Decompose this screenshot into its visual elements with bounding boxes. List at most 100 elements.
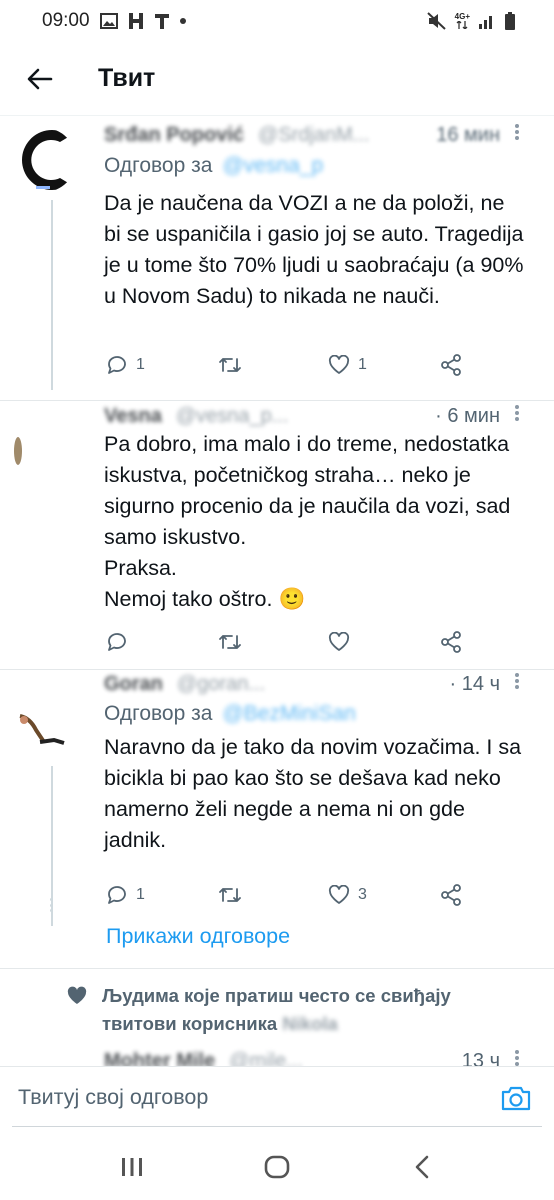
author-name[interactable]: Vesna [104, 405, 162, 428]
back-arrow-icon [27, 68, 53, 89]
more-options-button[interactable] [508, 123, 526, 147]
more-options-button[interactable] [508, 404, 526, 428]
like-count: 3 [358, 886, 367, 903]
reply-count: 1 [136, 356, 145, 373]
share-icon [441, 354, 461, 376]
share-button[interactable] [440, 631, 462, 653]
social-context-user[interactable]: Nikola [282, 1013, 338, 1034]
network-label: 4G+ [454, 12, 470, 21]
tweet-2[interactable]: Vesna @vesna_p... · 6 мин Pa dobro, ima … [0, 401, 554, 669]
battery-icon [504, 12, 516, 30]
tweet-time: · 14 ч [449, 672, 500, 695]
reply-context: Одговор за @BezMiniSan [104, 702, 356, 726]
tweet-meta: Srđan Popović @SrdjanM... 16 мин [104, 122, 526, 148]
author-handle[interactable]: @mile... [229, 1050, 462, 1067]
share-icon [441, 631, 461, 653]
divider [0, 968, 554, 969]
thread-line [51, 200, 53, 390]
author-handle[interactable]: @goran... [177, 673, 450, 696]
tweet-actions: 1 3 [96, 880, 496, 910]
reply-button[interactable]: 1 [106, 355, 145, 375]
status-right: 4G+ [426, 12, 516, 30]
like-button[interactable]: 1 [328, 355, 367, 375]
like-button[interactable]: 3 [328, 885, 367, 905]
status-bar: 09:00 4G+ [0, 0, 554, 42]
home-button[interactable] [247, 1142, 307, 1192]
reply-underline [12, 1126, 542, 1127]
tweet-text: Pa dobro, ima malo i do treme, nedostatk… [104, 432, 511, 611]
tweet-meta: Vesna @vesna_p... · 6 мин [104, 403, 526, 429]
like-count: 1 [358, 356, 367, 373]
tweet-1[interactable]: Srđan Popović @SrdjanM... 16 мин Одговор… [0, 116, 554, 400]
more-vertical-icon [515, 673, 519, 689]
tweet-meta: Goran @goran... · 14 ч [104, 671, 526, 697]
reply-icon [108, 886, 126, 904]
camera-icon [501, 1086, 531, 1110]
like-button[interactable] [328, 632, 358, 652]
social-context: Људима које пратиш често се свиђају твит… [66, 982, 506, 1038]
mute-icon [426, 12, 447, 30]
reply-input[interactable] [18, 1085, 496, 1110]
share-button[interactable] [440, 354, 462, 376]
tweet-time-value: 6 мин [447, 404, 500, 427]
page-title: Твит [98, 64, 156, 92]
notification-dot-icon [179, 18, 186, 24]
reply-button[interactable]: 1 [106, 885, 145, 905]
social-context-text: Људима које пратиш често се свиђају твит… [102, 982, 506, 1038]
tweet-text: Naravno da je tako da novim vozačima. I … [104, 735, 522, 852]
reply-icon [108, 633, 126, 651]
tweet-actions: 1 1 [96, 350, 496, 380]
author-name[interactable]: Mohter Mile [104, 1050, 215, 1067]
h-app-icon [128, 12, 144, 30]
tweet-text: Da je naučena da VOZI a ne da položi, ne… [104, 191, 524, 308]
reply-icon [108, 356, 126, 374]
retweet-button[interactable] [218, 632, 250, 652]
thread-dots [50, 898, 54, 912]
author-name[interactable]: Srđan Popović [104, 124, 244, 147]
status-left: 09:00 [42, 10, 186, 32]
retweet-icon [219, 358, 241, 372]
heart-icon [328, 885, 350, 904]
recent-apps-button[interactable] [102, 1142, 162, 1192]
more-vertical-icon [515, 405, 519, 421]
tweet-time: · 6 мин [435, 404, 500, 427]
reply-context: Одговор за @vesna_p [104, 154, 323, 178]
retweet-icon [219, 888, 241, 902]
system-nav-bar [0, 1134, 554, 1200]
heart-icon [328, 632, 350, 651]
tweet-time: 13 ч [461, 1049, 500, 1067]
tweet-feed[interactable]: Srđan Popović @SrdjanM... 16 мин Одговор… [0, 116, 554, 1066]
recent-apps-icon [122, 1158, 143, 1176]
tweet-time: 16 мин [436, 123, 500, 146]
tweet-actions [96, 627, 496, 657]
author-handle[interactable]: @vesna_p... [176, 405, 435, 428]
reply-handle[interactable]: @vesna_p [222, 154, 323, 178]
back-nav-button[interactable] [392, 1142, 452, 1192]
avatar[interactable] [12, 698, 76, 762]
reply-handle[interactable]: @BezMiniSan [222, 702, 355, 726]
home-icon [264, 1155, 290, 1179]
reply-label: Одговор за [104, 702, 213, 725]
reply-count: 1 [136, 886, 145, 903]
partial-tweet[interactable]: Mohter Mile @mile... 13 ч [0, 1046, 554, 1066]
share-icon [441, 884, 461, 906]
author-name[interactable]: Goran [104, 673, 163, 696]
more-options-button[interactable] [508, 1049, 526, 1066]
retweet-button[interactable] [218, 355, 250, 375]
camera-button[interactable] [496, 1078, 536, 1118]
avatar[interactable] [0, 411, 44, 475]
social-context-label: Људима које пратиш често се свиђају твит… [102, 985, 451, 1034]
more-options-button[interactable] [508, 672, 526, 696]
retweet-button[interactable] [218, 885, 250, 905]
reply-button[interactable] [106, 632, 136, 652]
back-button[interactable] [0, 42, 80, 116]
tweet-3[interactable]: Goran @goran... · 14 ч Одговор за @BezMi… [0, 670, 554, 968]
tweet-meta: Mohter Mile @mile... 13 ч [104, 1048, 526, 1066]
t-app-icon [154, 12, 170, 30]
show-replies-link[interactable]: Прикажи одговоре [106, 924, 290, 949]
author-handle[interactable]: @SrdjanM... [258, 124, 436, 147]
gallery-icon [99, 13, 118, 29]
retweet-icon [219, 635, 241, 649]
share-button[interactable] [440, 884, 462, 906]
avatar[interactable] [12, 128, 76, 192]
